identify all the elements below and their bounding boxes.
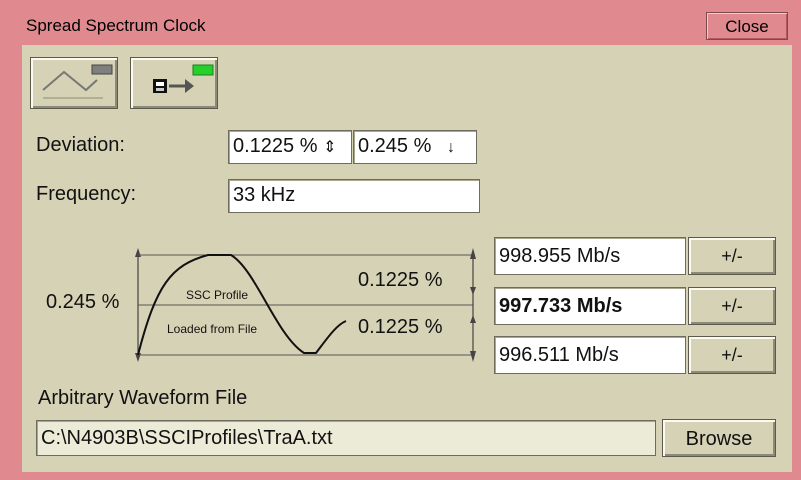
ssc-window: Spread Spectrum Clock Close Deviation: 0…: [0, 0, 801, 480]
deviation-label: Deviation:: [36, 134, 125, 156]
title-bar: Spread Spectrum Clock Close: [0, 0, 801, 44]
profile-lower-label: 0.1225 %: [358, 316, 443, 338]
rate-lower-field[interactable]: 996.511 Mb/s: [494, 336, 686, 374]
ssc-profile-graphic: [135, 248, 476, 362]
deviation-value-2[interactable]: 0.245 % ↓: [353, 130, 477, 164]
waveform-icon: [42, 64, 113, 99]
waveform-file-path[interactable]: C:\N4903B\SSCIProfiles\TraA.txt: [36, 420, 656, 456]
content-panel: Deviation: 0.1225 % ⇕ 0.245 % ↓ Frequenc…: [22, 45, 792, 472]
profile-total-label: 0.245 %: [46, 291, 120, 313]
rate-center-field[interactable]: 997.733 Mb/s: [494, 287, 686, 325]
rate-upper-field[interactable]: 998.955 Mb/s: [494, 237, 686, 275]
left-arrow-up-icon: [135, 248, 141, 257]
right-mid-arrow-icon: [470, 287, 476, 295]
load-file-button[interactable]: [130, 57, 218, 109]
profile-button[interactable]: [30, 57, 118, 109]
frequency-label: Frequency:: [36, 183, 137, 205]
deviation-value-2-text: 0.245 %: [358, 135, 432, 157]
deviation-value-1[interactable]: 0.1225 % ⇕: [228, 130, 352, 164]
load-from-file-icon: [153, 64, 214, 93]
right-mid-arrow2-icon: [470, 315, 476, 323]
rate-lower-pm-button[interactable]: +/-: [688, 336, 776, 374]
window-title: Spread Spectrum Clock: [26, 16, 206, 35]
waveform-file-label: Arbitrary Waveform File: [38, 387, 248, 409]
deviation-value-1-text: 0.1225 %: [233, 135, 318, 157]
profile-name-label: SSC Profile: [186, 288, 249, 302]
close-button[interactable]: Close: [706, 12, 788, 40]
dropdown-arrow-icon[interactable]: ↓: [447, 139, 455, 156]
spin-arrows-icon[interactable]: ⇕: [323, 139, 336, 156]
right-arrow-up-icon: [470, 248, 476, 259]
browse-button[interactable]: Browse: [662, 419, 776, 457]
rate-upper-pm-button[interactable]: +/-: [688, 237, 776, 275]
rate-center-pm-button[interactable]: +/-: [688, 287, 776, 325]
right-arrow-down-icon: [470, 351, 476, 362]
frequency-field[interactable]: 33 kHz: [228, 179, 480, 213]
profile-source-label: Loaded from File: [167, 322, 258, 336]
profile-upper-label: 0.1225 %: [358, 269, 443, 291]
